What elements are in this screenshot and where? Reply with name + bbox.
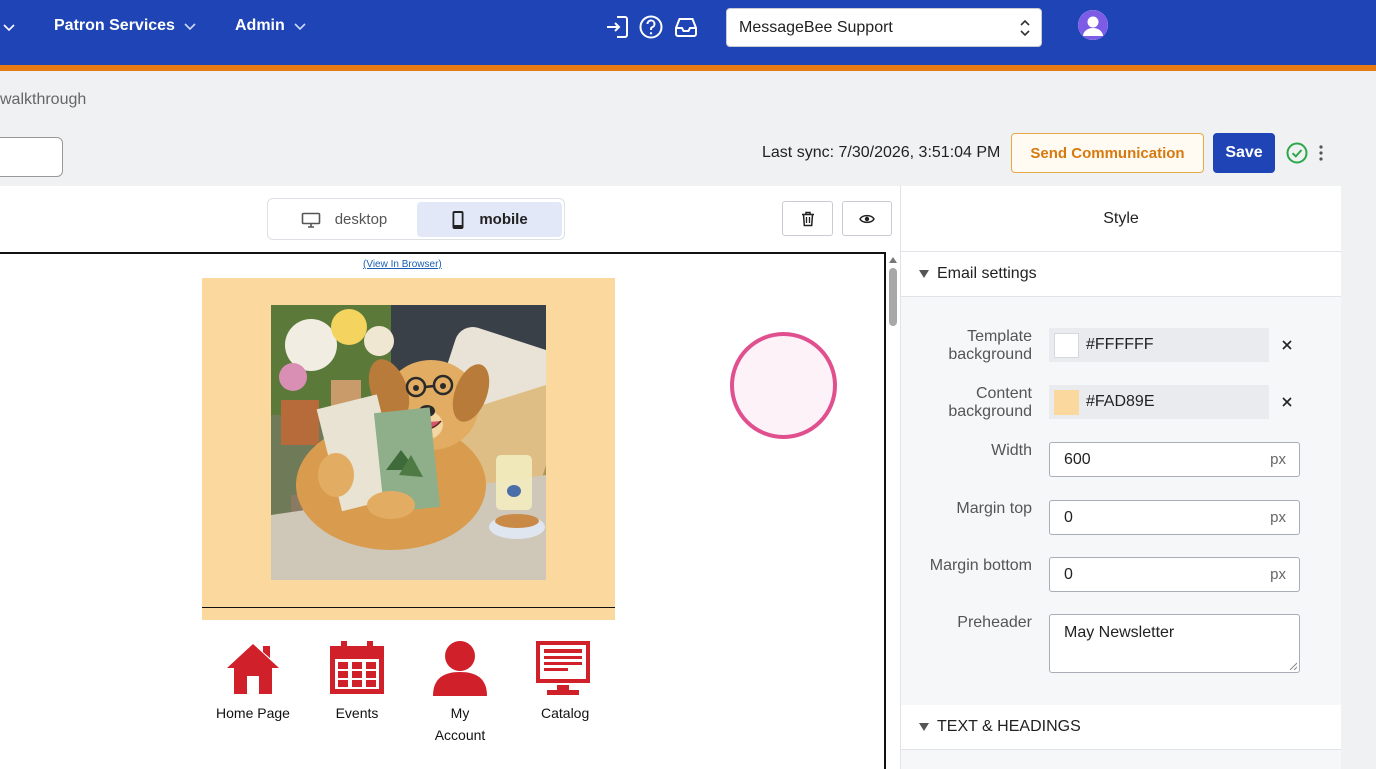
eye-icon bbox=[859, 214, 875, 223]
organization-select-value: MessageBee Support bbox=[739, 18, 893, 36]
send-communication-button[interactable]: Send Communication bbox=[1011, 133, 1204, 173]
view-desktop-label: desktop bbox=[334, 211, 388, 228]
user-account-icon bbox=[433, 641, 487, 696]
preheader-value: May Newsletter bbox=[1064, 624, 1175, 641]
template-background-swatch[interactable] bbox=[1054, 332, 1079, 358]
nav-menu-patron-services[interactable]: Patron Services bbox=[54, 17, 197, 35]
save-button[interactable]: Save bbox=[1213, 133, 1275, 173]
template-background-value: #FFFFFF bbox=[1086, 336, 1154, 353]
width-input[interactable]: 600 px bbox=[1049, 442, 1300, 477]
clear-template-background-icon[interactable] bbox=[1280, 338, 1294, 352]
tab-style[interactable]: Style bbox=[901, 186, 1341, 252]
check-circle-icon bbox=[1286, 142, 1308, 164]
content-background-label: Content background bbox=[948, 385, 1032, 420]
text-headings-title: TEXT & HEADINGS bbox=[937, 718, 1081, 735]
margin-bottom-value: 0 bbox=[1064, 565, 1073, 583]
chevron-down-icon[interactable] bbox=[2, 20, 16, 34]
click-indicator-circle bbox=[730, 332, 837, 439]
nav-menu-label: Patron Services bbox=[54, 17, 175, 34]
mobile-icon bbox=[452, 210, 464, 229]
organization-select[interactable]: MessageBee Support bbox=[726, 8, 1042, 47]
content-divider bbox=[202, 607, 615, 608]
view-mobile-label: mobile bbox=[479, 211, 528, 228]
home-icon bbox=[227, 644, 279, 694]
content-background-value: #FAD89E bbox=[1086, 393, 1155, 410]
email-nav-home-label: Home Page bbox=[216, 705, 290, 721]
view-mode-toggle: desktop mobile bbox=[267, 198, 565, 240]
sign-in-icon[interactable] bbox=[604, 14, 630, 40]
width-value: 600 bbox=[1064, 450, 1091, 468]
last-sync-status: Last sync: 7/30/2026, 3:51:04 PM bbox=[762, 144, 1001, 161]
catalog-computer-icon bbox=[536, 641, 590, 695]
content-background-field[interactable]: #FAD89E bbox=[1049, 385, 1269, 419]
chevron-down-icon bbox=[294, 23, 306, 31]
user-avatar[interactable] bbox=[1078, 10, 1108, 40]
more-options-icon[interactable] bbox=[1314, 143, 1328, 163]
margin-top-input[interactable]: 0 px bbox=[1049, 500, 1300, 535]
view-in-browser-link[interactable]: (View In Browser) bbox=[363, 259, 442, 270]
inbox-icon[interactable] bbox=[673, 14, 699, 40]
view-mobile-button[interactable]: mobile bbox=[417, 202, 562, 237]
margin-top-unit: px bbox=[1270, 509, 1286, 526]
chevron-down-icon bbox=[184, 23, 196, 31]
template-background-label: Template background bbox=[948, 328, 1032, 363]
margin-top-value: 0 bbox=[1064, 508, 1073, 526]
preheader-textarea[interactable]: May Newsletter bbox=[1049, 614, 1300, 673]
trash-icon bbox=[801, 211, 814, 226]
margin-bottom-label: Margin bottom bbox=[929, 557, 1032, 574]
text-headings-section-header[interactable]: TEXT & HEADINGS bbox=[901, 705, 1341, 750]
template-background-field[interactable]: #FFFFFF bbox=[1049, 328, 1269, 362]
email-settings-title: Email settings bbox=[937, 265, 1037, 282]
width-unit: px bbox=[1270, 451, 1286, 468]
select-arrows-icon bbox=[1020, 19, 1030, 37]
email-settings-section-header[interactable]: Email settings bbox=[901, 252, 1341, 297]
communication-name-input[interactable] bbox=[0, 137, 63, 177]
margin-top-label: Margin top bbox=[956, 500, 1032, 517]
nav-menu-admin[interactable]: Admin bbox=[235, 17, 307, 35]
nav-menu-label: Admin bbox=[235, 17, 285, 34]
scroll-up-arrow-icon[interactable] bbox=[889, 256, 897, 264]
email-nav-home[interactable]: Home Page bbox=[208, 640, 298, 724]
email-nav-catalog-label: Catalog bbox=[541, 705, 590, 721]
margin-bottom-unit: px bbox=[1270, 566, 1286, 583]
preview-button[interactable] bbox=[842, 201, 892, 236]
caret-down-icon bbox=[919, 270, 929, 278]
scrollbar-thumb[interactable] bbox=[889, 268, 897, 326]
preheader-label: Preheader bbox=[957, 614, 1032, 631]
desktop-icon bbox=[301, 212, 321, 228]
breadcrumb: walkthrough bbox=[0, 91, 87, 108]
email-nav-my-account-label: My Account bbox=[434, 705, 486, 743]
hero-image-dog-reading[interactable] bbox=[271, 305, 546, 580]
resize-grip-icon[interactable] bbox=[1289, 662, 1297, 670]
caret-down-icon bbox=[919, 723, 929, 731]
email-nav-events[interactable]: Events bbox=[312, 640, 402, 724]
dog-reading-illustration bbox=[271, 305, 546, 580]
help-icon[interactable] bbox=[638, 14, 664, 40]
delete-button[interactable] bbox=[782, 201, 833, 236]
margin-bottom-input[interactable]: 0 px bbox=[1049, 557, 1300, 592]
preview-scrollbar[interactable] bbox=[886, 254, 900, 769]
email-nav-my-account[interactable]: My Account bbox=[415, 640, 505, 746]
clear-content-background-icon[interactable] bbox=[1280, 395, 1294, 409]
top-nav-accent-stripe bbox=[0, 65, 1376, 71]
view-desktop-button[interactable]: desktop bbox=[272, 202, 416, 237]
email-nav-catalog[interactable]: Catalog bbox=[518, 640, 608, 724]
width-label: Width bbox=[991, 442, 1032, 459]
calendar-icon bbox=[330, 641, 384, 694]
content-background-swatch[interactable] bbox=[1054, 389, 1079, 415]
user-icon bbox=[1078, 10, 1108, 40]
email-nav-events-label: Events bbox=[335, 705, 379, 721]
